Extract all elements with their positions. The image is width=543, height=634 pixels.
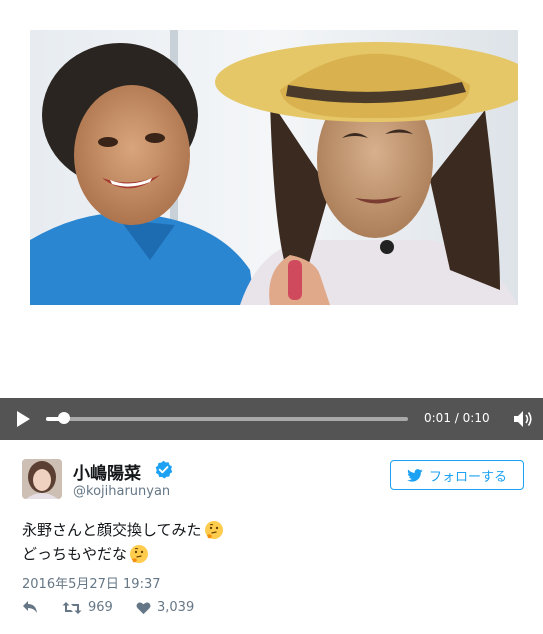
video-still-image (30, 30, 518, 305)
retweet-count: 969 (88, 600, 113, 615)
reply-icon (23, 601, 37, 613)
progress-bar[interactable] (46, 417, 408, 421)
handle[interactable]: @kojiharunyan (73, 484, 170, 499)
verified-icon (155, 460, 173, 479)
retweet-icon (62, 601, 82, 614)
avatar[interactable] (22, 459, 62, 499)
heart-icon (136, 602, 151, 614)
tweet-line-1-text: 永野さんと顔交換してみた (22, 521, 202, 539)
tweet-timestamp[interactable]: 2016年5月27日 19:37 (22, 573, 161, 592)
thinking-face-emoji (204, 521, 223, 539)
retweet-button[interactable]: 969 (62, 600, 113, 615)
volume-icon (514, 411, 532, 427)
tweet-line-2: どっちもやだな (22, 542, 224, 566)
thinking-face-emoji (130, 545, 149, 563)
follow-button-label: フォローする (428, 469, 507, 485)
video-frame[interactable] (30, 30, 518, 305)
avatar-image (22, 459, 62, 499)
tweet-text: 永野さんと顔交換してみた どっちもやだな (22, 518, 224, 566)
reply-button[interactable] (22, 600, 38, 614)
twitter-bird-icon (407, 468, 423, 482)
tweet-line-1: 永野さんと顔交換してみた (22, 518, 224, 542)
display-name[interactable]: 小嶋陽菜 (73, 459, 141, 484)
video-player[interactable] (0, 0, 543, 398)
time-display: 0:01 / 0:10 (424, 411, 490, 425)
follow-button[interactable]: フォローする (390, 460, 524, 490)
tweet-line-2-text: どっちもやだな (22, 545, 128, 563)
time-separator: / (454, 411, 459, 425)
like-button[interactable]: 3,039 (136, 600, 194, 615)
video-controls: 0:01 / 0:10 (0, 398, 543, 440)
play-icon (17, 411, 30, 427)
play-button[interactable] (14, 410, 32, 428)
duration: 0:10 (462, 411, 490, 425)
current-time: 0:01 (424, 411, 451, 425)
progress-handle[interactable] (58, 412, 71, 424)
volume-button[interactable] (512, 409, 534, 429)
tweet-card: 小嶋陽菜 @kojiharunyan フォローする 永野さんと顔交換してみた ど… (0, 440, 543, 634)
verified-badge (154, 460, 173, 479)
like-count: 3,039 (157, 600, 195, 615)
